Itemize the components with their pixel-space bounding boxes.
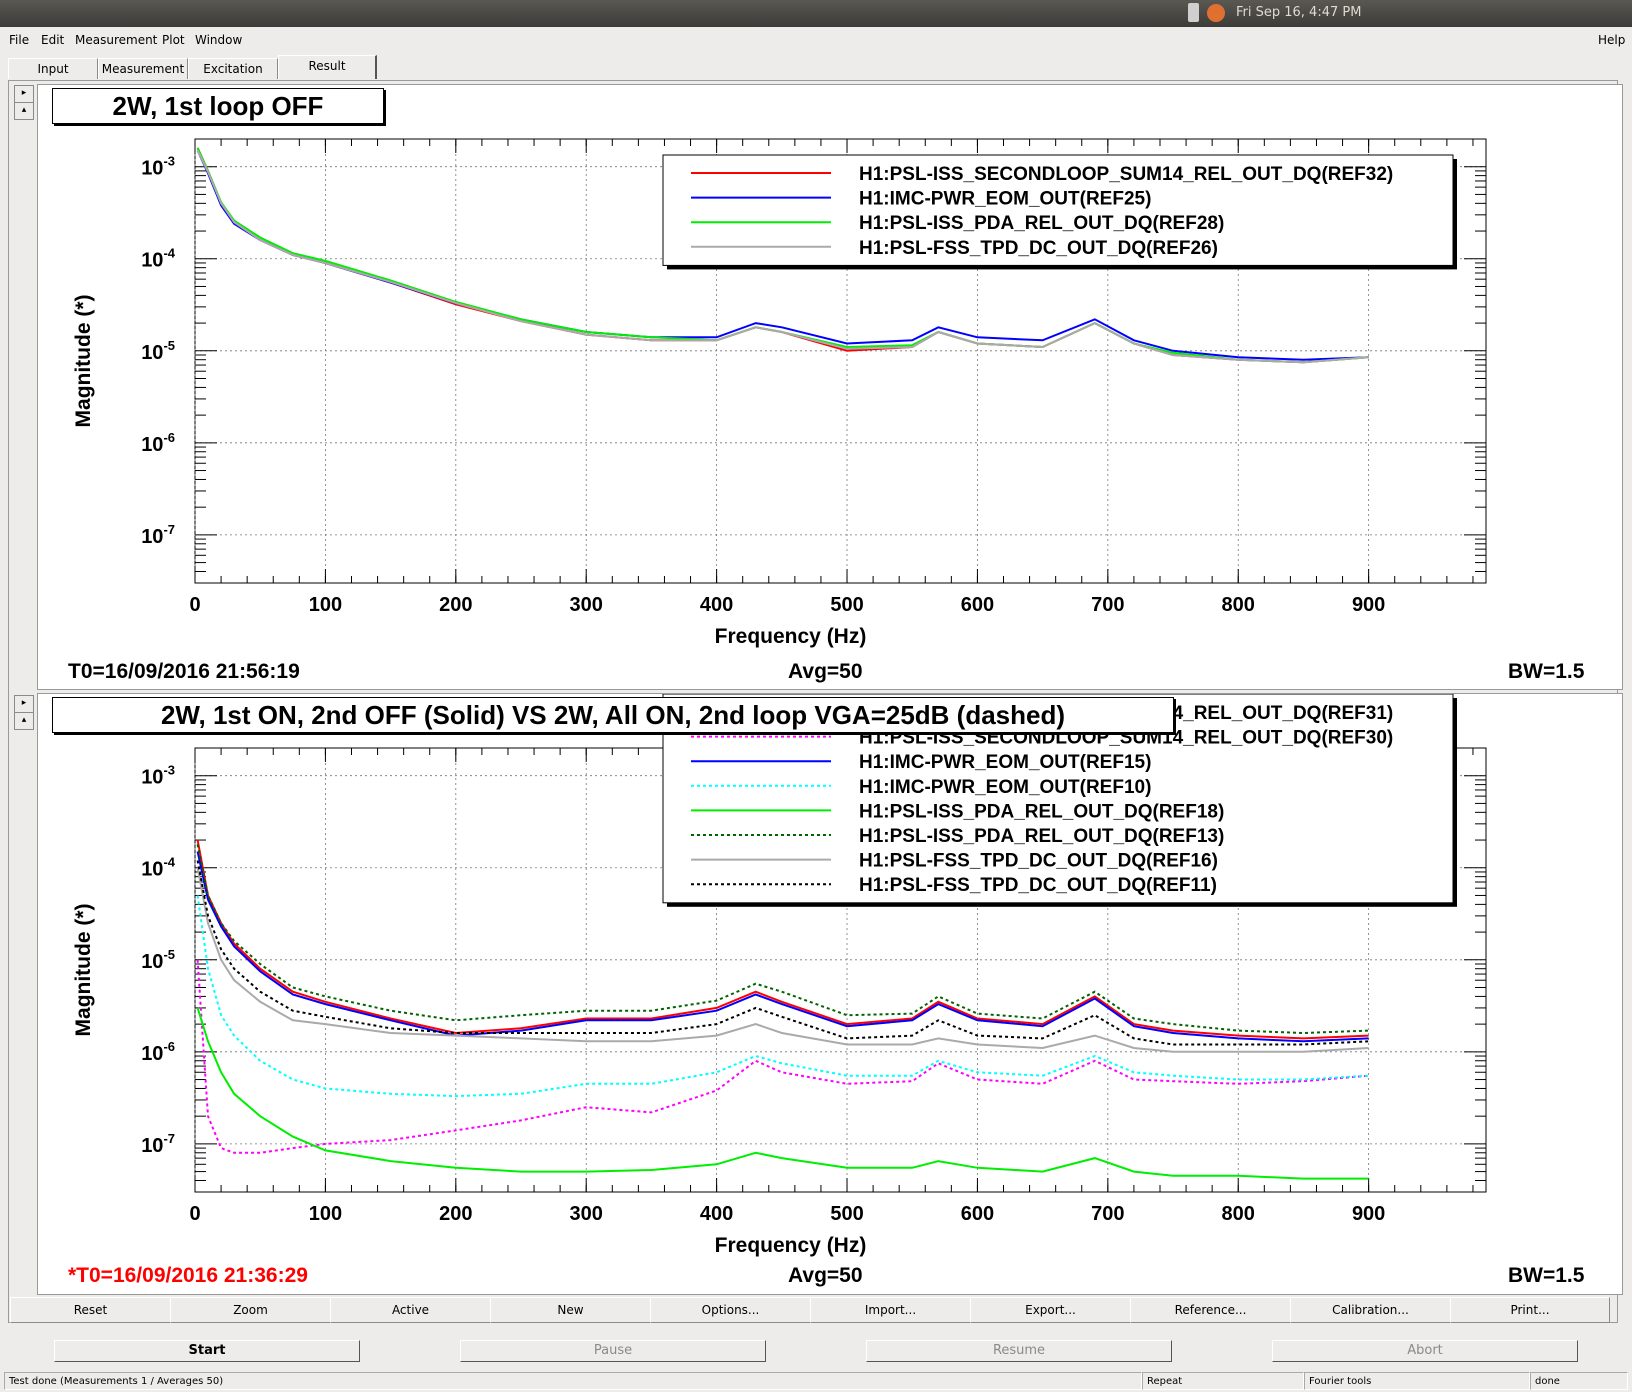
tab-excitation[interactable]: Excitation — [188, 58, 278, 79]
menu-edit[interactable]: Edit — [41, 33, 64, 47]
y-axis-label: Magnitude (*) — [72, 904, 95, 1037]
y-tick-label: 10-7 — [141, 1131, 175, 1157]
x-axis-label: Frequency (Hz) — [715, 1234, 867, 1257]
x-tick-label: 300 — [570, 1203, 603, 1225]
x-tick-label: 200 — [439, 1203, 472, 1225]
y-axis-label: Magnitude (*) — [72, 295, 95, 428]
x-tick-label: 300 — [570, 594, 603, 616]
plot-1-bw: BW=1.5 — [1508, 660, 1585, 683]
import-button[interactable]: Import... — [810, 1297, 971, 1323]
active-button[interactable]: Active — [330, 1297, 491, 1323]
x-tick-label: 0 — [189, 594, 200, 616]
print-button[interactable]: Print... — [1450, 1297, 1610, 1323]
x-tick-label: 800 — [1222, 594, 1255, 616]
legend-label: H1:PSL-FSS_TPD_DC_OUT_DQ(REF26) — [859, 238, 1218, 259]
x-tick-label: 900 — [1352, 1203, 1385, 1225]
menu-window[interactable]: Window — [195, 33, 242, 47]
y-tick-label: 10-5 — [141, 338, 175, 364]
system-top-bar: Fri Sep 16, 4:47 PM — [0, 0, 1632, 27]
reference-button[interactable]: Reference... — [1130, 1297, 1291, 1323]
x-tick-label: 100 — [309, 594, 342, 616]
x-tick-label: 600 — [961, 1203, 994, 1225]
options-button[interactable]: Options... — [650, 1297, 811, 1323]
x-tick-label: 500 — [830, 1203, 863, 1225]
status-fourier-tools: Fourier tools — [1304, 1372, 1530, 1390]
x-tick-label: 400 — [700, 594, 733, 616]
x-tick-label: 500 — [830, 594, 863, 616]
x-tick-label: 100 — [309, 1203, 342, 1225]
x-tick-label: 700 — [1091, 1203, 1124, 1225]
collapse-arrow-icon[interactable]: ▴ — [14, 712, 34, 730]
y-tick-label: 10-6 — [141, 430, 175, 456]
status-repeat: Repeat — [1142, 1372, 1304, 1390]
tab-measurement[interactable]: Measurement — [98, 58, 188, 79]
start-button[interactable]: Start — [54, 1340, 360, 1362]
y-tick-label: 10-6 — [141, 1039, 175, 1065]
calibration-button[interactable]: Calibration... — [1290, 1297, 1451, 1323]
y-tick-label: 10-4 — [141, 246, 176, 272]
legend-label: H1:IMC-PWR_EOM_OUT(REF25) — [859, 189, 1151, 210]
x-tick-label: 700 — [1091, 594, 1124, 616]
legend-label: H1:IMC-PWR_EOM_OUT(REF15) — [859, 752, 1151, 773]
menu-bar: File Edit Measurement Plot Window Help — [0, 27, 1632, 51]
new-button[interactable]: New — [490, 1297, 651, 1323]
menu-measurement[interactable]: Measurement — [75, 33, 157, 47]
legend-label: H1:PSL-FSS_TPD_DC_OUT_DQ(REF16) — [859, 851, 1218, 872]
y-tick-label: 10-3 — [141, 154, 175, 180]
x-tick-label: 800 — [1222, 1203, 1255, 1225]
plot-1-t0: T0=16/09/2016 21:56:19 — [68, 660, 300, 683]
menu-plot[interactable]: Plot — [162, 33, 185, 47]
x-tick-label: 900 — [1352, 594, 1385, 616]
plot-button-row: Reset Zoom Active New Options... Import.… — [10, 1297, 1620, 1323]
expand-arrow-icon[interactable]: ▸ — [14, 85, 34, 103]
plot-1-title: 2W, 1st loop OFF — [52, 88, 384, 124]
system-clock[interactable]: Fri Sep 16, 4:47 PM — [1236, 5, 1361, 20]
x-tick-label: 600 — [961, 594, 994, 616]
diag-window: File Edit Measurement Plot Window Help I… — [0, 27, 1632, 1392]
expand-arrow-icon[interactable]: ▸ — [14, 695, 34, 713]
user-icon[interactable] — [1207, 4, 1225, 22]
pause-button[interactable]: Pause — [460, 1340, 766, 1362]
plot-2-title: 2W, 1st ON, 2nd OFF (Solid) VS 2W, All O… — [52, 697, 1174, 733]
plot-2-bw: BW=1.5 — [1508, 1264, 1585, 1287]
plot-2-t0: *T0=16/09/2016 21:36:29 — [68, 1264, 308, 1287]
menu-help[interactable]: Help — [1598, 33, 1625, 47]
y-tick-label: 10-7 — [141, 522, 175, 548]
x-axis-label: Frequency (Hz) — [715, 625, 867, 648]
status-message: Test done (Measurements 1 / Averages 50) — [4, 1372, 1142, 1390]
export-button[interactable]: Export... — [970, 1297, 1131, 1323]
x-tick-label: 0 — [189, 1203, 200, 1225]
y-tick-label: 10-4 — [141, 855, 176, 881]
y-tick-label: 10-3 — [141, 763, 175, 789]
plot-1-svg[interactable]: 0 100 200 300 400 500 600 700 800 900 10-7 10-6 10-5… — [38, 85, 1622, 689]
x-tick-label: 400 — [700, 1203, 733, 1225]
legend-label: H1:PSL-ISS_PDA_REL_OUT_DQ(REF28) — [859, 213, 1224, 234]
collapse-arrow-icon[interactable]: ▴ — [14, 102, 34, 120]
legend-label: H1:PSL-ISS_PDA_REL_OUT_DQ(REF18) — [859, 801, 1224, 822]
plot-2-avg: Avg=50 — [788, 1264, 863, 1287]
legend-label: H1:IMC-PWR_EOM_OUT(REF10) — [859, 777, 1151, 798]
tab-result[interactable]: Result — [278, 55, 377, 79]
status-state: done — [1530, 1372, 1628, 1390]
plot-canvas-1[interactable]: 0 100 200 300 400 500 600 700 800 900 10-7 10-6 10-5… — [37, 84, 1623, 690]
phone-icon[interactable] — [1188, 3, 1199, 22]
legend-label: H1:PSL-ISS_SECONDLOOP_SUM14_REL_OUT_DQ(R… — [859, 164, 1393, 185]
x-tick-label: 200 — [439, 594, 472, 616]
y-tick-label: 10-5 — [141, 947, 175, 973]
abort-button[interactable]: Abort — [1272, 1340, 1578, 1362]
resume-button[interactable]: Resume — [866, 1340, 1172, 1362]
legend-label: H1:PSL-FSS_TPD_DC_OUT_DQ(REF11) — [859, 875, 1217, 896]
plot-2-svg[interactable]: 0 100 200 300 400 500 600 700 800 900 10-7 10-6 10-5… — [38, 694, 1622, 1294]
reset-button[interactable]: Reset — [10, 1297, 171, 1323]
plot-canvas-2[interactable]: 0 100 200 300 400 500 600 700 800 900 10-7 10-6 10-5… — [37, 693, 1623, 1295]
tab-input[interactable]: Input — [8, 58, 98, 79]
zoom-button[interactable]: Zoom — [170, 1297, 331, 1323]
menu-file[interactable]: File — [9, 33, 29, 47]
plot-1-avg: Avg=50 — [788, 660, 863, 683]
legend-label: H1:PSL-ISS_PDA_REL_OUT_DQ(REF13) — [859, 826, 1224, 847]
